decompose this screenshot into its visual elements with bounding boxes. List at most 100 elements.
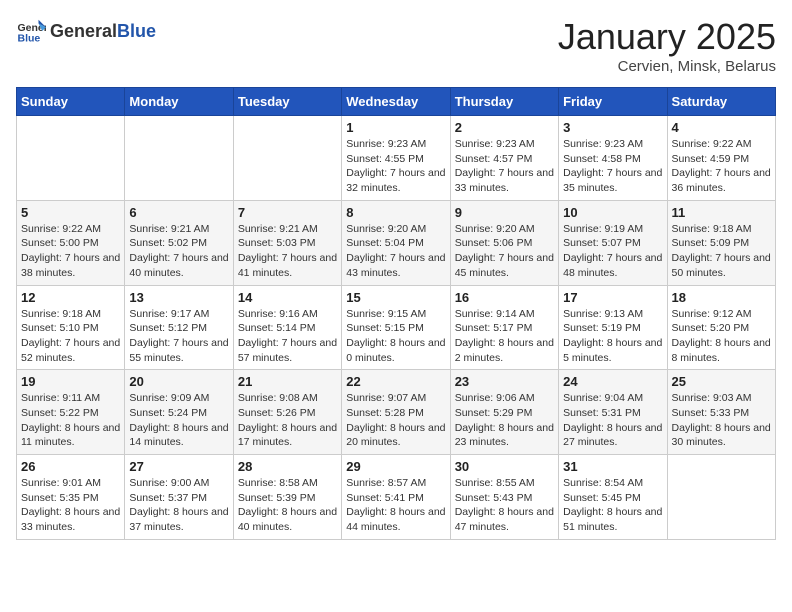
day-cell-11: 11 Sunrise: 9:18 AM Sunset: 5:09 PM Dayli… — [667, 200, 775, 285]
logo-blue: Blue — [117, 21, 156, 42]
day-cell-6: 6 Sunrise: 9:21 AM Sunset: 5:02 PM Daylig… — [125, 200, 233, 285]
day-number: 18 — [672, 290, 771, 305]
day-number: 9 — [455, 205, 554, 220]
day-info: Sunrise: 9:23 AM Sunset: 4:57 PM Dayligh… — [455, 137, 554, 196]
day-number: 5 — [21, 205, 120, 220]
day-info: Sunrise: 9:03 AM Sunset: 5:33 PM Dayligh… — [672, 391, 771, 450]
day-number: 21 — [238, 374, 337, 389]
day-cell-4: 4Sunrise: 9:22 AM Sunset: 4:59 PM Daylig… — [667, 116, 775, 201]
day-number: 16 — [455, 290, 554, 305]
week-row-1: 1Sunrise: 9:23 AM Sunset: 4:55 PM Daylig… — [17, 116, 776, 201]
day-cell-13: 13Sunrise: 9:17 AM Sunset: 5:12 PM Dayli… — [125, 285, 233, 370]
day-cell-26: 26 Sunrise: 9:01 AM Sunset: 5:35 PM Dayli… — [17, 455, 125, 540]
week-row-2: 5 Sunrise: 9:22 AM Sunset: 5:00 PM Daylig… — [17, 200, 776, 285]
day-info: Sunrise: 9:07 AM Sunset: 5:28 PM Dayligh… — [346, 391, 445, 450]
day-info: Sunrise: 9:15 AM Sunset: 5:15 PM Dayligh… — [346, 307, 445, 366]
day-info: Sunrise: 9:06 AM Sunset: 5:29 PM Dayligh… — [455, 391, 554, 450]
day-info: Sunrise: 9:14 AM Sunset: 5:17 PM Dayligh… — [455, 307, 554, 366]
day-number: 13 — [129, 290, 228, 305]
day-info: Sunrise: 8:58 AM Sunset: 5:39 PM Dayligh… — [238, 476, 337, 535]
page-header: General Blue GeneralBlue January 2025 Ce… — [16, 16, 776, 75]
weekday-header-tuesday: Tuesday — [233, 88, 341, 116]
day-number: 17 — [563, 290, 662, 305]
day-number: 10 — [563, 205, 662, 220]
day-cell-28: 28 Sunrise: 8:58 AM Sunset: 5:39 PM Dayli… — [233, 455, 341, 540]
day-number: 23 — [455, 374, 554, 389]
weekday-header-row: SundayMondayTuesdayWednesdayThursdayFrid… — [17, 88, 776, 116]
weekday-header-friday: Friday — [559, 88, 667, 116]
day-cell-12: 12 Sunrise: 9:18 AM Sunset: 5:10 PM Dayli… — [17, 285, 125, 370]
day-cell-21: 21 Sunrise: 9:08 AM Sunset: 5:26 PM Dayli… — [233, 370, 341, 455]
logo: General Blue GeneralBlue — [16, 16, 156, 46]
day-info: Sunrise: 9:19 AM Sunset: 5:07 PM Dayligh… — [563, 222, 662, 281]
day-number: 4 — [672, 120, 771, 135]
day-info: Sunrise: 9:23 AM Sunset: 4:58 PM Dayligh… — [563, 137, 662, 196]
week-row-4: 19 Sunrise: 9:11 AM Sunset: 5:22 PM Dayli… — [17, 370, 776, 455]
day-number: 26 — [21, 459, 120, 474]
day-number: 24 — [563, 374, 662, 389]
day-info: Sunrise: 9:20 AM Sunset: 5:06 PM Dayligh… — [455, 222, 554, 281]
empty-cell — [667, 455, 775, 540]
day-info: Sunrise: 9:00 AM Sunset: 5:37 PM Dayligh… — [129, 476, 228, 535]
day-number: 29 — [346, 459, 445, 474]
weekday-header-wednesday: Wednesday — [342, 88, 450, 116]
day-info: Sunrise: 9:21 AM Sunset: 5:03 PM Dayligh… — [238, 222, 337, 281]
day-info: Sunrise: 9:01 AM Sunset: 5:35 PM Dayligh… — [21, 476, 120, 535]
day-info: Sunrise: 9:20 AM Sunset: 5:04 PM Dayligh… — [346, 222, 445, 281]
week-row-5: 26 Sunrise: 9:01 AM Sunset: 5:35 PM Dayli… — [17, 455, 776, 540]
day-info: Sunrise: 9:13 AM Sunset: 5:19 PM Dayligh… — [563, 307, 662, 366]
day-info: Sunrise: 9:23 AM Sunset: 4:55 PM Dayligh… — [346, 137, 445, 196]
day-cell-1: 1Sunrise: 9:23 AM Sunset: 4:55 PM Daylig… — [342, 116, 450, 201]
day-number: 12 — [21, 290, 120, 305]
day-number: 28 — [238, 459, 337, 474]
day-number: 30 — [455, 459, 554, 474]
empty-cell — [233, 116, 341, 201]
day-info: Sunrise: 9:21 AM Sunset: 5:02 PM Dayligh… — [129, 222, 228, 281]
day-number: 11 — [672, 205, 771, 220]
weekday-header-sunday: Sunday — [17, 88, 125, 116]
day-cell-5: 5 Sunrise: 9:22 AM Sunset: 5:00 PM Daylig… — [17, 200, 125, 285]
day-info: Sunrise: 9:22 AM Sunset: 5:00 PM Dayligh… — [21, 222, 120, 281]
day-number: 27 — [129, 459, 228, 474]
day-cell-22: 22 Sunrise: 9:07 AM Sunset: 5:28 PM Dayli… — [342, 370, 450, 455]
empty-cell — [125, 116, 233, 201]
day-cell-30: 30 Sunrise: 8:55 AM Sunset: 5:43 PM Dayli… — [450, 455, 558, 540]
day-cell-3: 3Sunrise: 9:23 AM Sunset: 4:58 PM Daylig… — [559, 116, 667, 201]
day-info: Sunrise: 9:11 AM Sunset: 5:22 PM Dayligh… — [21, 391, 120, 450]
empty-cell — [17, 116, 125, 201]
day-number: 2 — [455, 120, 554, 135]
day-number: 8 — [346, 205, 445, 220]
day-info: Sunrise: 9:12 AM Sunset: 5:20 PM Dayligh… — [672, 307, 771, 366]
day-info: Sunrise: 8:55 AM Sunset: 5:43 PM Dayligh… — [455, 476, 554, 535]
weekday-header-monday: Monday — [125, 88, 233, 116]
day-number: 25 — [672, 374, 771, 389]
day-cell-14: 14Sunrise: 9:16 AM Sunset: 5:14 PM Dayli… — [233, 285, 341, 370]
day-number: 31 — [563, 459, 662, 474]
day-cell-19: 19 Sunrise: 9:11 AM Sunset: 5:22 PM Dayli… — [17, 370, 125, 455]
day-cell-8: 8 Sunrise: 9:20 AM Sunset: 5:04 PM Daylig… — [342, 200, 450, 285]
day-number: 20 — [129, 374, 228, 389]
day-cell-7: 7 Sunrise: 9:21 AM Sunset: 5:03 PM Daylig… — [233, 200, 341, 285]
day-cell-9: 9 Sunrise: 9:20 AM Sunset: 5:06 PM Daylig… — [450, 200, 558, 285]
day-cell-10: 10 Sunrise: 9:19 AM Sunset: 5:07 PM Dayli… — [559, 200, 667, 285]
day-cell-18: 18 Sunrise: 9:12 AM Sunset: 5:20 PM Dayli… — [667, 285, 775, 370]
calendar-subtitle: Cervien, Minsk, Belarus — [558, 58, 776, 75]
day-cell-29: 29Sunrise: 8:57 AM Sunset: 5:41 PM Dayli… — [342, 455, 450, 540]
day-cell-16: 16 Sunrise: 9:14 AM Sunset: 5:17 PM Dayli… — [450, 285, 558, 370]
day-number: 15 — [346, 290, 445, 305]
day-number: 6 — [129, 205, 228, 220]
day-info: Sunrise: 9:04 AM Sunset: 5:31 PM Dayligh… — [563, 391, 662, 450]
day-number: 22 — [346, 374, 445, 389]
day-info: Sunrise: 9:08 AM Sunset: 5:26 PM Dayligh… — [238, 391, 337, 450]
svg-text:Blue: Blue — [18, 33, 41, 45]
calendar-title: January 2025 — [558, 16, 776, 58]
day-cell-20: 20Sunrise: 9:09 AM Sunset: 5:24 PM Dayli… — [125, 370, 233, 455]
weekday-header-saturday: Saturday — [667, 88, 775, 116]
day-info: Sunrise: 9:18 AM Sunset: 5:09 PM Dayligh… — [672, 222, 771, 281]
calendar-table: SundayMondayTuesdayWednesdayThursdayFrid… — [16, 87, 776, 540]
logo-icon: General Blue — [16, 16, 46, 46]
day-number: 7 — [238, 205, 337, 220]
day-number: 19 — [21, 374, 120, 389]
day-info: Sunrise: 9:18 AM Sunset: 5:10 PM Dayligh… — [21, 307, 120, 366]
logo-general: General — [50, 21, 117, 42]
